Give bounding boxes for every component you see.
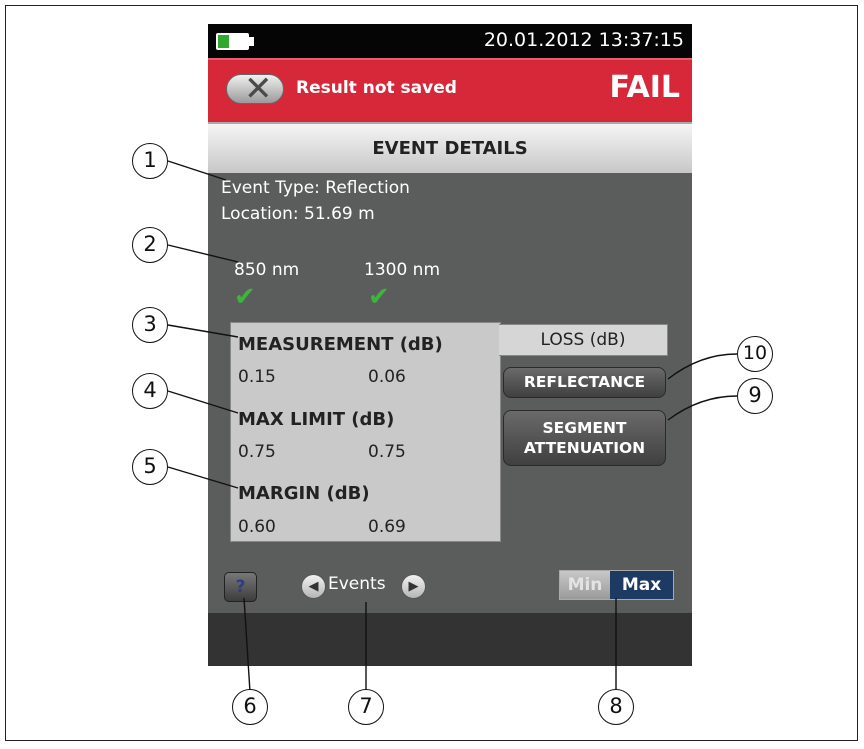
callout-10: 10 bbox=[737, 336, 773, 372]
callout-4: 4 bbox=[132, 373, 168, 409]
callout-9: 9 bbox=[737, 378, 773, 414]
callout-7: 7 bbox=[348, 689, 384, 725]
callout-3: 3 bbox=[132, 307, 168, 343]
callout-5: 5 bbox=[132, 449, 168, 485]
callout-8: 8 bbox=[598, 689, 634, 725]
callout-6: 6 bbox=[232, 689, 268, 725]
callout-2: 2 bbox=[132, 227, 168, 263]
callout-1: 1 bbox=[132, 143, 168, 179]
callout-leader-lines bbox=[167, 160, 738, 693]
